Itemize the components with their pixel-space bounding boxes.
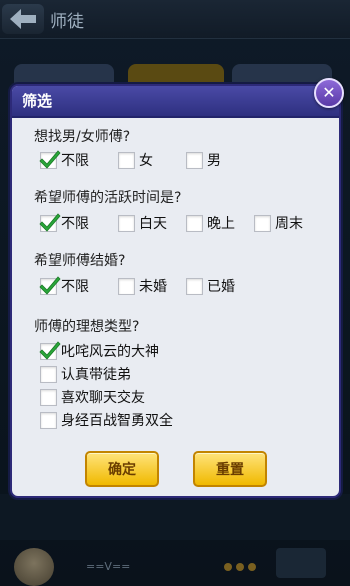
option-gender-female[interactable]: 女 [118,150,170,170]
dialog-title: 筛选 [22,92,53,110]
options-married: 不限 未婚 已婚 [39,275,254,296]
option-label: 未婚 [139,279,167,295]
checkmark-icon [39,212,61,232]
checkbox[interactable] [39,212,61,232]
checkbox[interactable] [118,277,135,295]
option-married[interactable]: 已婚 [186,276,238,296]
option-label: 喜欢聊天交友 [61,390,145,406]
option-gender-any[interactable]: 不限 [39,149,102,170]
checkbox[interactable] [186,214,203,232]
option-label: 女 [139,153,153,169]
dots-indicator [224,556,260,575]
option-time-night[interactable]: 晚上 [186,213,238,233]
back-button[interactable] [2,4,44,34]
option-unmarried[interactable]: 未婚 [118,276,170,296]
option-label: 周末 [275,216,303,232]
top-bar: 师徒 [0,0,350,39]
checkmark-icon [39,149,61,169]
checkbox[interactable] [39,340,61,360]
option-type-teacher[interactable]: 认真带徒弟 [40,364,131,384]
option-type-legend[interactable]: 叱咤风云的大神 [39,340,159,361]
checkbox[interactable] [39,149,61,169]
background-strip [0,494,350,540]
page-title: 师徒 [50,12,84,32]
reset-label: 重置 [216,462,244,478]
option-label: 不限 [61,153,89,169]
checkmark-icon [39,275,61,295]
option-type-social[interactable]: 喜欢聊天交友 [40,387,145,407]
question-active-time: 希望师傅的活跃时间是? [34,190,182,206]
options-gender: 不限 女 男 [39,149,254,170]
option-label: 晚上 [207,216,235,232]
filter-dialog: 筛选 想找男/女师傅? 不限 女 男 希望师傅的活跃时间是? 不限 白天 晚上 [10,84,341,498]
option-gender-male[interactable]: 男 [186,150,238,170]
background-arrows [276,548,326,578]
checkbox[interactable] [186,277,203,295]
confirm-button[interactable]: 确定 [85,451,159,487]
confirm-label: 确定 [108,462,136,478]
checkbox[interactable] [39,275,61,295]
checkbox[interactable] [254,214,271,232]
option-label: 已婚 [207,279,235,295]
option-time-any[interactable]: 不限 [39,212,102,233]
option-label: 不限 [61,216,89,232]
question-ideal-type: 师傅的理想类型? [34,319,140,335]
options-active-time: 不限 白天 晚上 周末 [39,212,322,233]
checkbox[interactable] [40,388,57,406]
option-time-day[interactable]: 白天 [118,213,170,233]
avatar [14,548,54,586]
option-label: 男 [207,153,221,169]
footer-text: ==V== [86,560,131,573]
option-label: 白天 [139,216,167,232]
checkbox[interactable] [40,411,57,429]
option-label: 身经百战智勇双全 [61,413,173,429]
reset-button[interactable]: 重置 [193,451,267,487]
close-icon: ✕ [322,83,336,102]
option-label: 认真带徒弟 [61,367,131,383]
checkbox[interactable] [118,214,135,232]
checkbox[interactable] [186,151,203,169]
option-label: 不限 [61,279,89,295]
dialog-header: 筛选 [12,86,339,118]
question-gender: 想找男/女师傅? [34,129,131,145]
question-married: 希望师傅结婚? [34,253,126,269]
close-button[interactable]: ✕ [314,78,344,108]
option-label: 叱咤风云的大神 [61,344,159,360]
option-type-veteran[interactable]: 身经百战智勇双全 [40,410,173,430]
checkbox[interactable] [40,365,57,383]
checkbox[interactable] [118,151,135,169]
option-married-any[interactable]: 不限 [39,275,102,296]
checkmark-icon [39,340,61,360]
back-arrow-icon [10,9,36,29]
option-time-weekend[interactable]: 周末 [254,213,306,233]
